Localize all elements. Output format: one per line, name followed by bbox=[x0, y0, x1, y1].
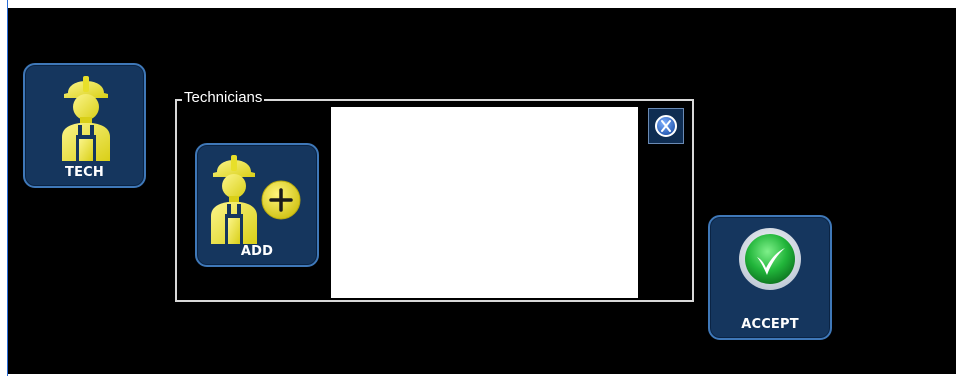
window-right-edge bbox=[956, 0, 964, 376]
close-button[interactable] bbox=[648, 108, 684, 144]
accept-button[interactable]: ACCEPT bbox=[708, 215, 832, 340]
add-technician-button-label: ADD bbox=[240, 244, 274, 259]
accept-button-label: ACCEPT bbox=[741, 317, 799, 332]
window-left-edge bbox=[0, 0, 8, 376]
add-technician-button[interactable]: ADD bbox=[195, 143, 319, 267]
technicians-list[interactable] bbox=[331, 107, 638, 298]
tech-button[interactable]: TECH bbox=[23, 63, 146, 188]
main-screen: TECH Technicians ADD ACCEPT bbox=[8, 8, 956, 374]
tech-button-label: TECH bbox=[65, 165, 104, 180]
close-x-icon bbox=[655, 115, 677, 137]
green-checkmark-icon bbox=[739, 228, 801, 290]
technician-worker-icon bbox=[62, 76, 110, 161]
technicians-group-title: Technicians bbox=[182, 89, 265, 107]
add-technician-plus-icon bbox=[211, 155, 301, 244]
